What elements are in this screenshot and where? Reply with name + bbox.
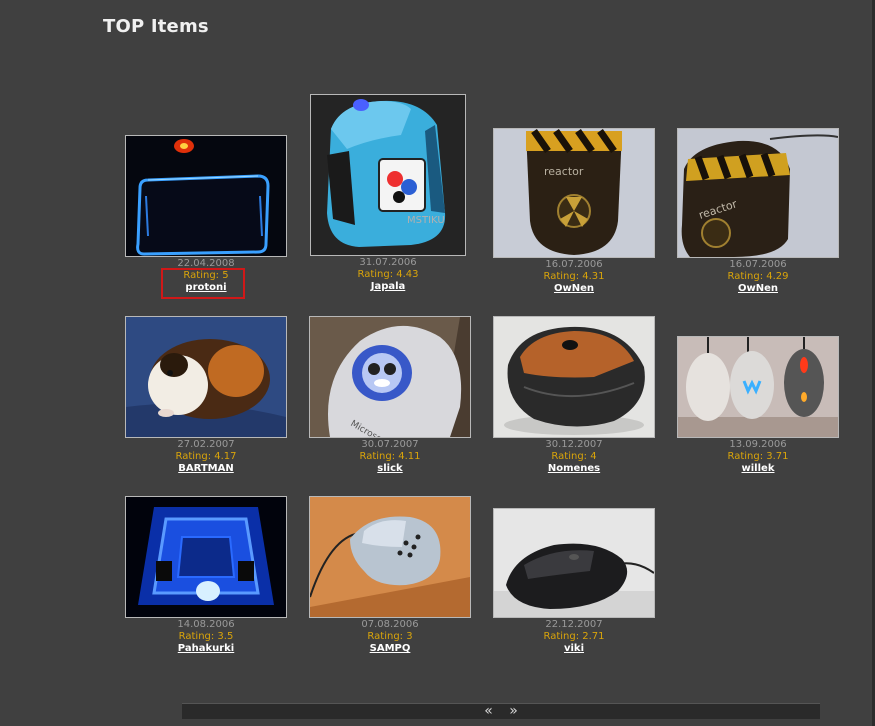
item-date: 07.08.2006 [361,619,419,630]
gallery-item: 07.08.2006 Rating: 3 SAMPQ [308,496,472,655]
next-page-button[interactable]: » [503,703,524,719]
item-rating: Rating: 3.5 [178,631,234,642]
item-date: 31.07.2006 [359,257,417,268]
item-user-link[interactable]: willek [676,463,840,475]
item-thumbnail-guinea-pig[interactable] [125,316,287,438]
gallery-item: 14.08.2006 Rating: 3.5 Pahakurki [124,496,288,655]
item-date: 16.07.2006 [729,259,787,270]
svg-text:reactor: reactor [544,165,584,178]
gallery-item: 13.09.2006 Rating: 3.71 willek [676,336,840,475]
item-rating: Rating: 4.31 [543,271,605,282]
gallery-item: reactor 16.07.2006 Rating: 4.29 OwNen [676,128,840,295]
item-date: 30.12.2007 [545,439,603,450]
item-user-link[interactable]: OwNen [676,283,840,295]
item-thumbnail-three-mice[interactable] [677,336,839,438]
item-rating: Rating: 3.71 [727,451,789,462]
item-thumbnail-reactor-mouse-side[interactable]: reactor [677,128,839,258]
svg-text:MSTIKU: MSTIKU [407,215,445,226]
item-date: 27.02.2007 [177,439,235,450]
item-user-link[interactable]: OwNen [492,283,656,295]
item-rating: Rating: 3 [367,631,413,642]
gallery-item: reactor 16.07.2006 Rating: 4.31 OwNen [492,128,656,295]
gallery-item: 22.12.2007 Rating: 2.71 viki [492,508,656,655]
item-rating: Rating: 4.29 [727,271,789,282]
item-date: 22.12.2007 [545,619,603,630]
page: TOP Items 22.04.2008 Rating: 5 protoni M… [0,0,875,726]
item-user-link[interactable]: slick [308,463,472,475]
pager-bar: « » [182,703,820,719]
item-thumbnail-reactor-mouse[interactable]: reactor [493,128,655,258]
page-title: TOP Items [103,16,209,37]
gallery-item: MSTIKU 31.07.2006 Rating: 4.43 Japala [310,94,466,293]
item-thumbnail-bronze-mouse[interactable] [493,316,655,438]
item-rating: Rating: 2.71 [543,631,605,642]
item-user-link[interactable]: SAMPQ [308,643,472,655]
item-rating: Rating: 4.17 [175,451,237,462]
gallery-item: 27.02.2007 Rating: 4.17 BARTMAN [124,316,288,475]
item-thumbnail-blue-mousepad[interactable] [125,496,287,618]
item-thumbnail-silver-mouse[interactable] [309,496,471,618]
item-user-link[interactable]: Pahakurki [124,643,288,655]
prev-page-button[interactable]: « [478,703,499,719]
highlight-box [161,268,245,299]
item-rating: Rating: 4.43 [357,269,419,280]
gallery-item: 30.12.2007 Rating: 4 Nomenes [492,316,656,475]
item-user-link[interactable]: Japala [310,281,466,293]
item-date: 16.07.2006 [545,259,603,270]
item-thumbnail-mousepad[interactable] [125,135,287,257]
item-user-link[interactable]: BARTMAN [124,463,288,475]
item-thumbnail-black-mouse[interactable] [493,508,655,618]
item-date: 13.09.2006 [729,439,787,450]
item-date: 14.08.2006 [177,619,235,630]
item-user-link[interactable]: Nomenes [492,463,656,475]
item-rating: Rating: 4.11 [359,451,421,462]
item-thumbnail-blue-mouse[interactable]: MSTIKU [310,94,466,256]
item-rating: Rating: 4 [551,451,597,462]
item-user-link[interactable]: viki [492,643,656,655]
item-thumbnail-microsoft-mouse[interactable]: Microsoft [309,316,471,438]
item-date: 30.07.2007 [361,439,419,450]
gallery-item: Microsoft 30.07.2007 Rating: 4.11 slick [308,316,472,475]
